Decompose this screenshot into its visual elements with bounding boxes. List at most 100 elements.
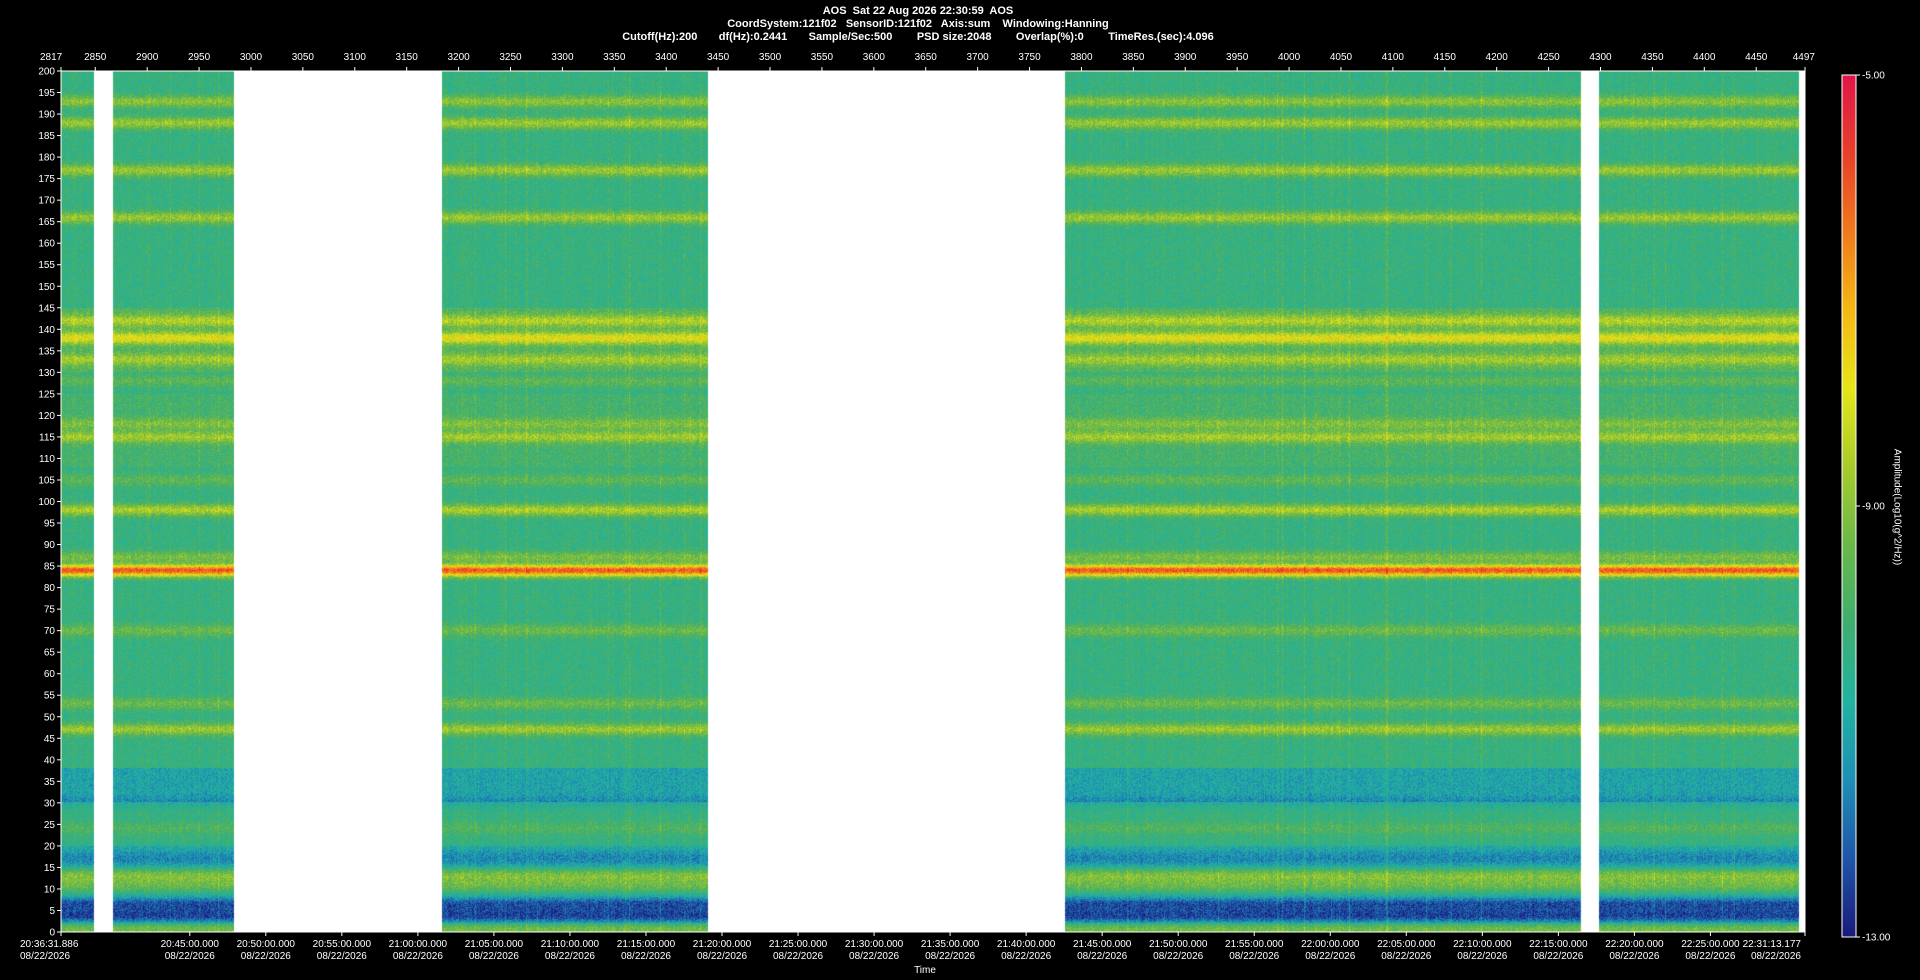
- top-tick-label: 4400: [1693, 52, 1716, 63]
- bottom-time-label: 22:31:13.177: [1743, 939, 1802, 950]
- top-tick-label: 4250: [1537, 52, 1560, 63]
- colorbar-tick-label: -13.00: [1862, 933, 1891, 944]
- bottom-date-label: 08/22/2026: [1153, 951, 1203, 962]
- bottom-date-label: 08/22/2026: [241, 951, 291, 962]
- top-tick-label: 3050: [292, 52, 315, 63]
- top-tick-label: 4350: [1641, 52, 1664, 63]
- bottom-time-label: 20:55:00.000: [313, 939, 372, 950]
- bottom-time-label: 21:25:00.000: [769, 939, 828, 950]
- top-tick-label: 4050: [1330, 52, 1353, 63]
- bottom-date-label: 08/22/2026: [317, 951, 367, 962]
- bottom-time-label: 21:40:00.000: [997, 939, 1056, 950]
- colorbar-tick-label: -9.00: [1862, 502, 1885, 513]
- top-tick-label: 4000: [1278, 52, 1301, 63]
- y-tick-label: 125: [38, 389, 55, 400]
- y-tick-label: 170: [38, 196, 55, 207]
- y-tick-label: 0: [49, 928, 55, 939]
- bottom-time-label: 21:00:00.000: [389, 939, 448, 950]
- y-tick-label: 95: [44, 519, 56, 530]
- y-tick-label: 90: [44, 540, 56, 551]
- y-tick-label: 20: [44, 841, 56, 852]
- top-tick-label: 4100: [1382, 52, 1405, 63]
- y-tick-label: 110: [39, 454, 55, 465]
- bottom-date-label: 08/22/2026: [545, 951, 595, 962]
- y-tick-label: 175: [38, 174, 55, 185]
- y-tick-label: 180: [38, 153, 55, 164]
- top-tick-label: 3600: [863, 52, 886, 63]
- y-tick-label: 25: [44, 820, 56, 831]
- top-tick-label: 3150: [396, 52, 419, 63]
- bottom-date-label: 08/22/2026: [165, 951, 215, 962]
- top-tick-label: 3300: [551, 52, 574, 63]
- bottom-date-label: 08/22/2026: [1751, 951, 1801, 962]
- bottom-date-label: 08/22/2026: [925, 951, 975, 962]
- colorbar-tick-label: -5.00: [1862, 71, 1885, 82]
- bottom-date-label: 08/22/2026: [1077, 951, 1127, 962]
- top-tick-label: 3250: [499, 52, 522, 63]
- y-tick-label: 190: [38, 110, 55, 121]
- bottom-time-label: 22:15:00.000: [1529, 939, 1588, 950]
- top-tick-label: 3750: [1018, 52, 1041, 63]
- y-tick-label: 140: [38, 325, 55, 336]
- bottom-date-label: 08/22/2026: [621, 951, 671, 962]
- top-tick-label: 3450: [707, 52, 730, 63]
- y-tick-label: 15: [44, 863, 56, 874]
- top-tick-label: 2900: [136, 52, 159, 63]
- bottom-time-label: 21:05:00.000: [465, 939, 524, 950]
- top-tick-label: 4450: [1745, 52, 1768, 63]
- top-tick-label: 3400: [655, 52, 678, 63]
- y-tick-label: 150: [38, 282, 55, 293]
- colorbar-label: Amplitude(Log10(g^2/Hz)): [1891, 448, 1903, 566]
- x-axis-title: Time: [914, 965, 936, 976]
- top-tick-label: 4300: [1589, 52, 1612, 63]
- y-tick-label: 45: [44, 734, 56, 745]
- bottom-time-label: 22:20:00.000: [1605, 939, 1664, 950]
- bottom-date-label: 08/22/2026: [1533, 951, 1583, 962]
- bottom-time-label: 21:15:00.000: [617, 939, 676, 950]
- top-tick-label: 3850: [1122, 52, 1145, 63]
- top-tick-label: 2817: [40, 52, 63, 63]
- top-tick-label: 2950: [188, 52, 211, 63]
- spectrogram-window: AOS Sat 22 Aug 2026 22:30:59 AOS CoordSy…: [0, 0, 1920, 980]
- top-tick-label: 3900: [1174, 52, 1197, 63]
- bottom-date-label: 08/22/2026: [1229, 951, 1279, 962]
- top-tick-label: 3950: [1226, 52, 1249, 63]
- y-tick-label: 40: [44, 755, 56, 766]
- y-tick-label: 10: [44, 884, 56, 895]
- bottom-time-label: 20:50:00.000: [237, 939, 296, 950]
- bottom-time-label: 21:20:00.000: [693, 939, 752, 950]
- top-tick-label: 4200: [1486, 52, 1509, 63]
- bottom-date-label: 08/22/2026: [1001, 951, 1051, 962]
- bottom-time-label: 21:35:00.000: [921, 939, 980, 950]
- bottom-time-label: 22:05:00.000: [1377, 939, 1436, 950]
- y-tick-label: 35: [44, 777, 56, 788]
- y-tick-label: 65: [44, 648, 56, 659]
- bottom-date-label: 08/22/2026: [697, 951, 747, 962]
- top-tick-label: 3500: [759, 52, 782, 63]
- y-tick-label: 160: [38, 239, 55, 250]
- bottom-time-label: 21:10:00.000: [541, 939, 600, 950]
- bottom-time-label: 21:55:00.000: [1225, 939, 1284, 950]
- y-tick-label: 80: [44, 583, 56, 594]
- top-tick-label: 3000: [240, 52, 263, 63]
- colorbar-frame: [1841, 74, 1857, 938]
- y-tick-label: 115: [39, 432, 55, 443]
- y-tick-label: 55: [44, 691, 56, 702]
- y-tick-label: 185: [38, 131, 55, 142]
- bottom-time-label: 22:10:00.000: [1453, 939, 1512, 950]
- bottom-date-label: 08/22/2026: [1609, 951, 1659, 962]
- bottom-time-label: 21:30:00.000: [845, 939, 904, 950]
- bottom-date-label: 08/22/2026: [1457, 951, 1507, 962]
- top-tick-label: 3350: [603, 52, 626, 63]
- y-tick-label: 60: [44, 669, 56, 680]
- spectrogram-axes: 0 5 10 15 20 25 30 35 40 45 50 55 60 65 70 75 80 85 90 95 10…: [20, 52, 1891, 962]
- bottom-time-label: 22:25:00.000: [1681, 939, 1740, 950]
- top-tick-label: 3550: [811, 52, 834, 63]
- y-tick-label: 50: [44, 712, 56, 723]
- top-tick-label: 3200: [447, 52, 470, 63]
- y-tick-label: 155: [38, 260, 55, 271]
- bottom-date-label: 08/22/2026: [1305, 951, 1355, 962]
- bottom-date-label: 08/22/2026: [469, 951, 519, 962]
- bottom-date-label: 08/22/2026: [773, 951, 823, 962]
- y-tick-label: 145: [38, 303, 55, 314]
